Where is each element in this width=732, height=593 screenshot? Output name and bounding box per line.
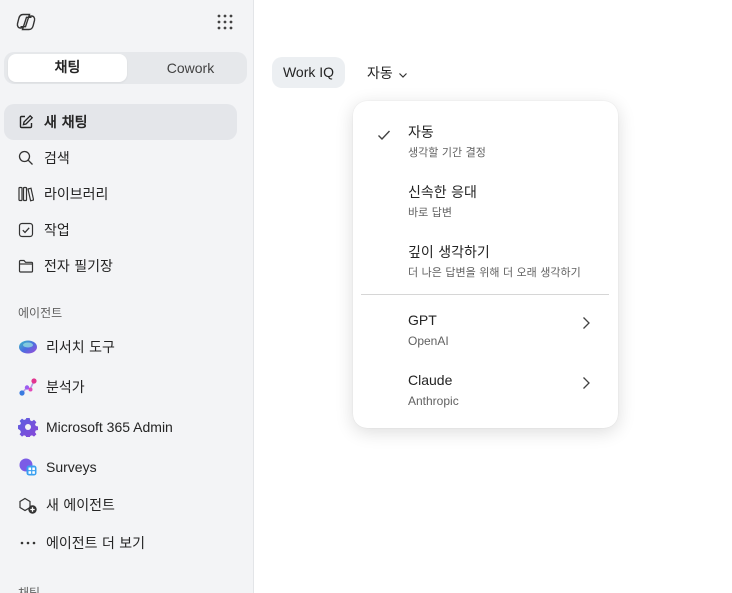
app-launcher-icon[interactable]	[216, 13, 234, 31]
agents-heading: 에이전트	[18, 306, 63, 320]
model-menu: 자동 생각할 기간 결정 신속한 응대 바로 답변 깊이 생각하기 더 나은 답…	[353, 101, 618, 428]
folder-icon	[18, 258, 34, 274]
agent-surveys[interactable]: Surveys	[4, 449, 237, 485]
menu-item-subtitle: 바로 답변	[408, 206, 452, 219]
nav-label: 전자 필기장	[44, 259, 113, 275]
nav-label: 작업	[44, 223, 70, 239]
new-agent-button[interactable]: 새 에이전트	[4, 487, 237, 523]
agent-label: Surveys	[46, 459, 97, 475]
menu-item-subtitle: OpenAI	[408, 334, 449, 348]
new-chat-button[interactable]: 새 채팅	[4, 104, 237, 140]
analyst-icon	[18, 377, 38, 397]
agent-label: 에이전트 더 보기	[46, 536, 146, 552]
task-icon	[18, 222, 34, 238]
chevron-down-icon	[398, 68, 408, 78]
nav-label: 검색	[44, 151, 70, 167]
agent-analyst[interactable]: 분석가	[4, 369, 237, 405]
researcher-icon	[18, 337, 38, 357]
mode-switch: 채팅 Cowork	[4, 52, 247, 84]
menu-item-title: 깊이 생각하기	[408, 245, 490, 261]
chevron-right-icon	[581, 315, 591, 329]
sidebar: 채팅 Cowork 새 채팅 검색 라이브러리 작업 전자 필기장 에이전트 리…	[0, 0, 254, 593]
menu-item-title: 신속한 응대	[408, 185, 477, 201]
menu-item-think-deeper[interactable]: 깊이 생각하기 더 나은 답변을 위해 더 오래 생각하기	[353, 242, 618, 298]
menu-item-claude[interactable]: Claude Anthropic	[353, 372, 618, 428]
menu-item-gpt[interactable]: GPT OpenAI	[353, 312, 618, 368]
menu-item-title: Claude	[408, 372, 453, 388]
library-icon	[18, 186, 34, 202]
agent-m365-admin[interactable]: Microsoft 365 Admin	[4, 409, 237, 445]
agent-label: 새 에이전트	[46, 498, 115, 514]
sidebar-item-search[interactable]: 검색	[4, 140, 237, 176]
menu-item-quick[interactable]: 신속한 응대 바로 답변	[353, 182, 618, 238]
menu-item-auto[interactable]: 자동 생각할 기간 결정	[353, 122, 618, 178]
copilot-logo-icon[interactable]	[16, 12, 36, 32]
model-dropdown[interactable]: 자동	[367, 57, 408, 88]
chats-heading: 채팅	[18, 586, 41, 593]
admin-gear-icon	[17, 417, 39, 439]
nav-label: 새 채팅	[44, 115, 88, 131]
agent-label: Microsoft 365 Admin	[46, 419, 173, 435]
checkmark-icon	[377, 126, 391, 141]
chevron-right-icon	[581, 375, 591, 389]
sidebar-item-library[interactable]: 라이브러리	[4, 176, 237, 212]
agent-researcher[interactable]: 리서치 도구	[4, 329, 237, 365]
search-icon	[18, 150, 34, 166]
menu-divider	[361, 294, 609, 295]
more-icon	[18, 533, 38, 553]
model-dropdown-label: 자동	[367, 65, 393, 82]
agent-label: 분석가	[46, 380, 85, 396]
new-agent-icon	[18, 495, 38, 515]
nav-label: 라이브러리	[44, 187, 109, 203]
menu-item-title: GPT	[408, 312, 437, 328]
tab-chat[interactable]: 채팅	[8, 54, 127, 82]
sidebar-item-notebooks[interactable]: 전자 필기장	[4, 248, 237, 284]
agent-label: 리서치 도구	[46, 340, 115, 356]
sidebar-item-tasks[interactable]: 작업	[4, 212, 237, 248]
surveys-icon	[18, 457, 38, 477]
work-iq-chip[interactable]: Work IQ	[272, 57, 345, 88]
menu-item-subtitle: 생각할 기간 결정	[408, 146, 486, 159]
menu-item-title: 자동	[408, 125, 434, 141]
menu-item-subtitle: 더 나은 답변을 위해 더 오래 생각하기	[408, 266, 581, 279]
menu-item-subtitle: Anthropic	[408, 394, 459, 408]
more-agents-button[interactable]: 에이전트 더 보기	[4, 525, 237, 561]
tab-cowork[interactable]: Cowork	[131, 54, 250, 82]
compose-icon	[18, 114, 34, 130]
